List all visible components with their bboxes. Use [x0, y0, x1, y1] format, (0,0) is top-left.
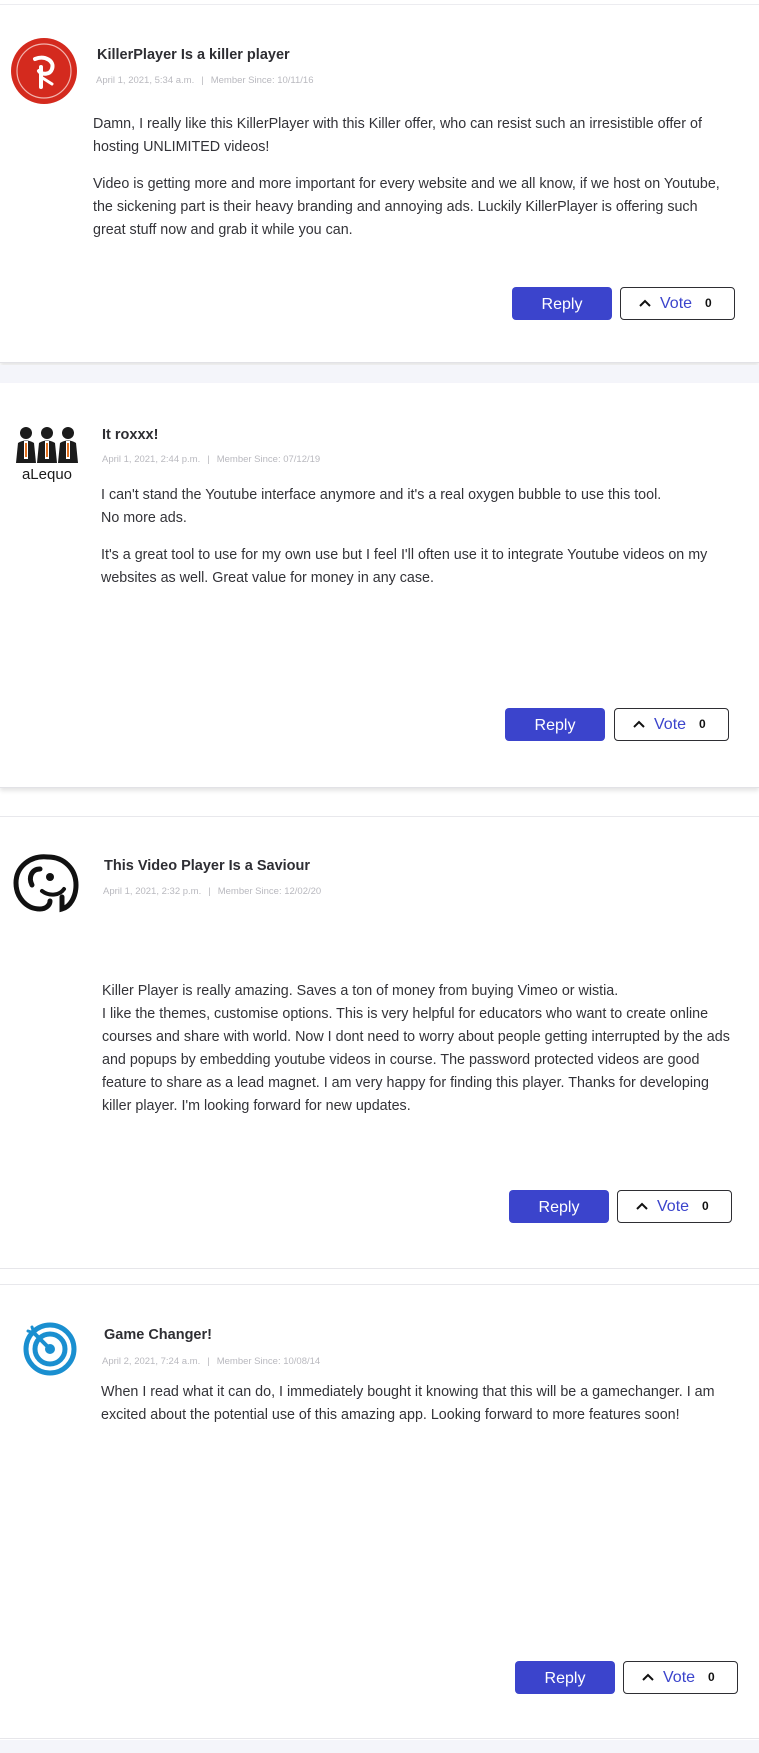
member-since: Member Since: 07/12/19	[216, 454, 321, 465]
review-title: Game Changer!	[104, 1327, 212, 1343]
review-paragraph: I can't stand the Youtube interface anym…	[101, 487, 662, 526]
vote-button[interactable]: Vote 0	[617, 1190, 732, 1223]
member-since: Member Since: 12/02/20	[217, 886, 322, 897]
vote-label: Vote	[657, 1198, 690, 1215]
meta-separator: |	[207, 454, 210, 465]
review-card: KillerPlayer Is a killer player April 1,…	[0, 5, 759, 363]
section-gap	[0, 365, 759, 383]
vote-count: 0	[708, 1670, 715, 1684]
vote-label: Vote	[660, 295, 693, 312]
reply-button[interactable]: Reply	[512, 287, 612, 320]
review-body: When I read what it can do, I immediatel…	[101, 1381, 741, 1427]
elephant-logo-icon	[10, 851, 82, 915]
reply-button[interactable]: Reply	[515, 1661, 615, 1694]
vote-button[interactable]: Vote 0	[620, 287, 735, 320]
reply-button[interactable]: Reply	[505, 708, 605, 741]
meta-separator: |	[207, 1356, 210, 1367]
chevron-up-icon	[636, 1202, 648, 1210]
vote-button[interactable]: Vote 0	[614, 708, 729, 741]
vote-button[interactable]: Vote 0	[623, 1661, 738, 1694]
review-card: Game Changer! April 2, 2021, 7:24 a.m. | M…	[0, 1285, 759, 1739]
vote-count: 0	[705, 296, 712, 310]
review-paragraph: Video is getting more and more important…	[93, 176, 720, 238]
review-body: Killer Player is really amazing. Saves a…	[102, 980, 742, 1118]
alequo-team-logo-icon: aLequo	[12, 423, 82, 483]
review-body: Damn, I really like this KillerPlayer wi…	[93, 113, 733, 256]
review-card: This Video Player Is a Saviour April 1, …	[0, 817, 759, 1269]
review-date: April 1, 2021, 2:32 p.m.	[103, 886, 202, 897]
review-paragraph: When I read what it can do, I immediatel…	[101, 1384, 715, 1423]
review-meta: April 1, 2021, 5:34 a.m. | Member Since: 1…	[96, 75, 314, 86]
meta-separator: |	[208, 886, 211, 897]
review-paragraph: Damn, I really like this KillerPlayer wi…	[93, 116, 702, 155]
review-card: aLequo It roxxx! April 1, 2021, 2:44 p.m…	[0, 383, 759, 788]
review-title: This Video Player Is a Saviour	[104, 858, 311, 874]
member-since: Member Since: 10/08/14	[216, 1356, 321, 1367]
vote-label: Vote	[654, 716, 687, 733]
chevron-up-icon	[633, 720, 645, 728]
chevron-up-icon	[642, 1673, 654, 1681]
bottom-band	[0, 1740, 759, 1753]
review-title: It roxxx!	[102, 427, 159, 443]
avatar-text: aLequo	[22, 466, 72, 483]
vote-count: 0	[702, 1199, 709, 1213]
review-date: April 1, 2021, 2:44 p.m.	[102, 454, 201, 465]
vote-label: Vote	[663, 1669, 696, 1686]
review-body: I can't stand the Youtube interface anym…	[101, 484, 741, 604]
review-meta: April 2, 2021, 7:24 a.m. | Member Since: 1…	[102, 1356, 320, 1367]
review-meta: April 1, 2021, 2:32 p.m. | Member Since: 1…	[103, 886, 321, 897]
review-date: April 2, 2021, 7:24 a.m.	[102, 1356, 201, 1367]
killerplayer-logo-icon	[10, 37, 78, 105]
review-meta: April 1, 2021, 2:44 p.m. | Member Since: 0…	[102, 454, 320, 465]
review-paragraph: It's a great tool to use for my own use …	[101, 547, 708, 586]
vote-count: 0	[699, 717, 706, 731]
meta-separator: |	[201, 75, 204, 86]
target-arrow-logo-icon	[22, 1321, 78, 1377]
chevron-up-icon	[639, 299, 651, 307]
review-paragraph: Killer Player is really amazing. Saves a…	[102, 983, 730, 1114]
review-title: KillerPlayer Is a killer player	[97, 47, 290, 63]
reply-button[interactable]: Reply	[509, 1190, 609, 1223]
member-since: Member Since: 10/11/16	[210, 75, 314, 86]
review-date: April 1, 2021, 5:34 a.m.	[96, 75, 195, 86]
